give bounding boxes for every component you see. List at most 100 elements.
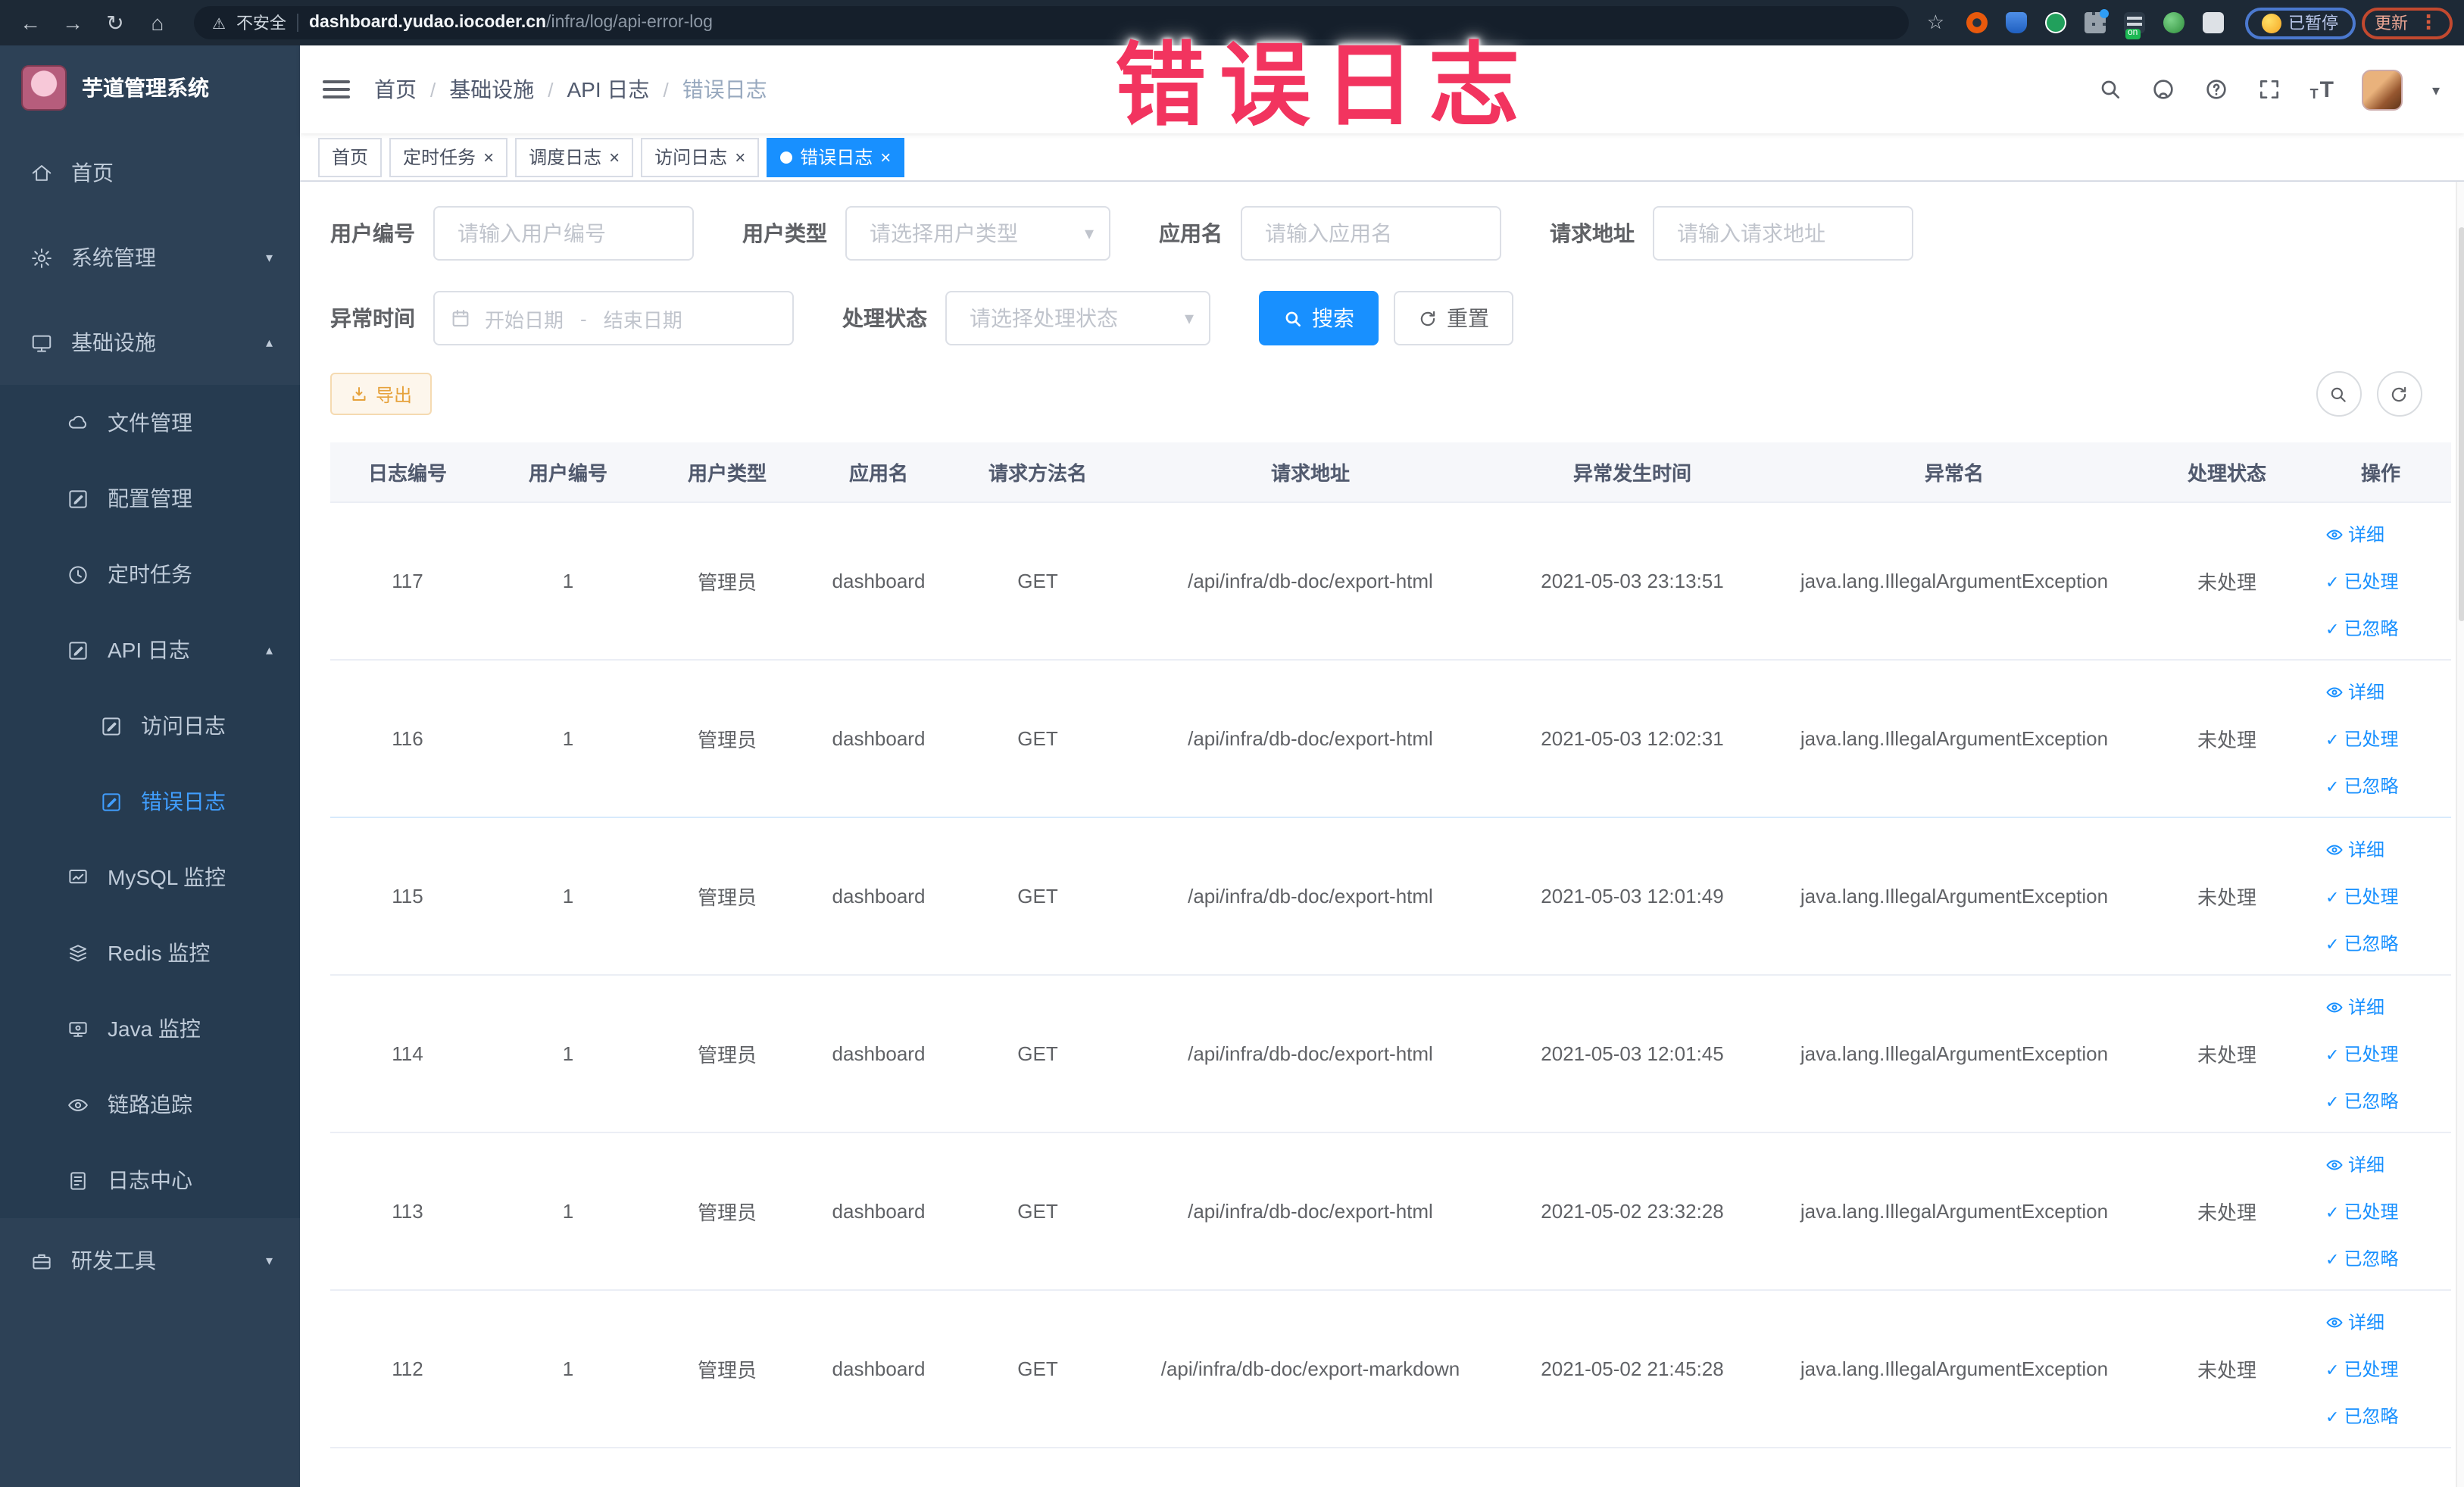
user-id-input[interactable]	[433, 206, 694, 261]
fullscreen-icon[interactable]	[2257, 77, 2281, 102]
mark-processed-link[interactable]: 已处理	[2325, 1198, 2398, 1224]
refresh-table-button[interactable]	[2376, 371, 2422, 417]
tab-close-icon[interactable]	[483, 148, 494, 166]
tab-access-log[interactable]: 访问日志	[641, 137, 760, 177]
github-icon[interactable]	[2151, 77, 2175, 102]
detail-link[interactable]: 详细	[2325, 836, 2384, 862]
extension-orange-icon[interactable]	[1966, 12, 1987, 33]
user-menu-caret-icon[interactable]	[2432, 76, 2440, 103]
sidebar-item-mysql-monitor[interactable]: MySQL 监控	[0, 839, 300, 915]
sidebar-item-trace[interactable]: 链路追踪	[0, 1067, 300, 1142]
request-url-input[interactable]	[1653, 206, 1913, 261]
extension-green-icon[interactable]	[2044, 12, 2066, 33]
detail-link[interactable]: 详细	[2325, 521, 2384, 547]
reset-button[interactable]: 重置	[1394, 291, 1513, 345]
sidebar-item-label: 基础设施	[71, 330, 156, 355]
tab-close-icon[interactable]	[880, 148, 891, 166]
tab-schedule-log[interactable]: 调度日志	[515, 137, 634, 177]
mark-ignored-link[interactable]: 已忽略	[2325, 615, 2398, 641]
breadcrumb-home[interactable]: 首页	[374, 74, 417, 105]
sidebar-logo[interactable]: 芋道管理系统	[0, 45, 300, 130]
hamburger-icon[interactable]	[323, 76, 350, 103]
sidebar-item-file-management[interactable]: 文件管理	[0, 385, 300, 461]
browser-menu-icon[interactable]	[2419, 11, 2438, 35]
app-name-input[interactable]	[1241, 206, 1501, 261]
detail-link[interactable]: 详细	[2325, 994, 2384, 1020]
tab-home[interactable]: 首页	[318, 137, 383, 177]
sidebar-item-scheduled-tasks[interactable]: 定时任务	[0, 536, 300, 612]
user-type-select[interactable]: 请选择用户类型	[845, 206, 1110, 261]
browser-update-chip[interactable]: 更新	[2361, 7, 2452, 39]
ignored-label: 已忽略	[2344, 1406, 2399, 1427]
mark-processed-link[interactable]: 已处理	[2325, 568, 2398, 594]
cell-url: /api/infra/db-doc/export-html	[1188, 1042, 1433, 1065]
profile-paused-chip[interactable]: 已暂停	[2244, 7, 2355, 39]
column-header: 处理状态	[2187, 462, 2266, 485]
browser-back-icon[interactable]	[12, 5, 48, 41]
tab-scheduled-tasks[interactable]: 定时任务	[389, 137, 508, 177]
sidebar-item-api-log[interactable]: API 日志	[0, 612, 300, 688]
sidebar-item-redis-monitor[interactable]: Redis 监控	[0, 915, 300, 991]
security-label[interactable]: 不安全	[236, 11, 286, 35]
mark-processed-link[interactable]: 已处理	[2325, 883, 2398, 909]
search-icon[interactable]	[2098, 77, 2122, 102]
tab-close-icon[interactable]	[735, 148, 745, 166]
detail-link[interactable]: 详细	[2325, 1151, 2384, 1177]
date-range-picker[interactable]: 开始日期 - 结束日期	[433, 291, 794, 345]
mark-ignored-link[interactable]: 已忽略	[2325, 1088, 2398, 1114]
sidebar-item-java-monitor[interactable]: Java 监控	[0, 991, 300, 1067]
mark-ignored-link[interactable]: 已忽略	[2325, 930, 2398, 956]
browser-home-icon[interactable]	[139, 5, 176, 41]
scrollbar-thumb[interactable]	[2458, 227, 2464, 621]
sidebar-item-label: 访问日志	[141, 714, 226, 738]
cell-url: /api/infra/db-doc/export-html	[1188, 570, 1433, 592]
mark-processed-link[interactable]: 已处理	[2325, 1041, 2398, 1067]
sidebar-item-dev-tools[interactable]: 研发工具	[0, 1218, 300, 1303]
tab-close-icon[interactable]	[609, 148, 620, 166]
extension-leaf-icon[interactable]	[2163, 12, 2184, 33]
user-avatar[interactable]	[2362, 69, 2403, 110]
filter-user-type: 用户类型 请选择用户类型	[742, 206, 1110, 261]
sidebar-item-access-log[interactable]: 访问日志	[0, 688, 300, 764]
cell-actions: 详细 已处理 已忽略	[2310, 976, 2451, 1132]
address-bar[interactable]: 不安全 dashboard.yudao.iocoder.cn/infra/log…	[194, 6, 1909, 39]
search-button[interactable]: 搜索	[1259, 291, 1379, 345]
navbar-actions	[2098, 69, 2464, 110]
mark-processed-link[interactable]: 已处理	[2325, 726, 2398, 751]
mark-ignored-link[interactable]: 已忽略	[2325, 1245, 2398, 1271]
document-icon	[70, 1171, 86, 1189]
page-scrollbar[interactable]	[2455, 45, 2464, 1487]
extension-adblock-icon[interactable]: on	[2123, 12, 2144, 39]
process-status-select[interactable]: 请选择处理状态	[945, 291, 1210, 345]
browser-forward-icon[interactable]	[55, 5, 91, 41]
sidebar-item-infrastructure[interactable]: 基础设施	[0, 300, 300, 385]
monitor-icon	[32, 334, 52, 351]
sidebar-item-error-log[interactable]: 错误日志	[0, 764, 300, 839]
sidebar-item-log-center[interactable]: 日志中心	[0, 1142, 300, 1218]
cell-method: GET	[1017, 1042, 1058, 1065]
browser-reload-icon[interactable]	[97, 5, 133, 41]
export-button[interactable]: 导出	[330, 373, 433, 415]
mark-ignored-link[interactable]: 已忽略	[2325, 773, 2398, 798]
column-header: 用户编号	[528, 462, 607, 485]
extension-grid-icon[interactable]	[2084, 9, 2108, 33]
sidebar-item-home[interactable]: 首页	[0, 130, 300, 215]
cell-log-id: 112	[392, 1357, 423, 1380]
cell-app: dashboard	[832, 1042, 926, 1065]
mark-ignored-link[interactable]: 已忽略	[2325, 1403, 2398, 1429]
doc-edit-icon	[69, 641, 87, 659]
help-icon[interactable]	[2204, 77, 2228, 102]
mark-processed-link[interactable]: 已处理	[2325, 1356, 2398, 1382]
detail-link[interactable]: 详细	[2325, 1309, 2384, 1335]
detail-link[interactable]: 详细	[2325, 679, 2384, 704]
bookmark-star-icon[interactable]	[1927, 9, 1944, 36]
font-size-icon[interactable]	[2310, 78, 2334, 101]
tab-error-log[interactable]: 错误日志	[767, 137, 905, 177]
select-caret-icon	[1085, 220, 1094, 247]
toggle-search-button[interactable]	[2316, 371, 2361, 417]
sidebar-item-config-management[interactable]: 配置管理	[0, 461, 300, 536]
sidebar-item-system[interactable]: 系统管理	[0, 215, 300, 300]
extension-shield-icon[interactable]	[2005, 12, 2026, 33]
extensions-puzzle-icon[interactable]	[2202, 12, 2223, 33]
chevron-up-icon	[266, 334, 273, 351]
